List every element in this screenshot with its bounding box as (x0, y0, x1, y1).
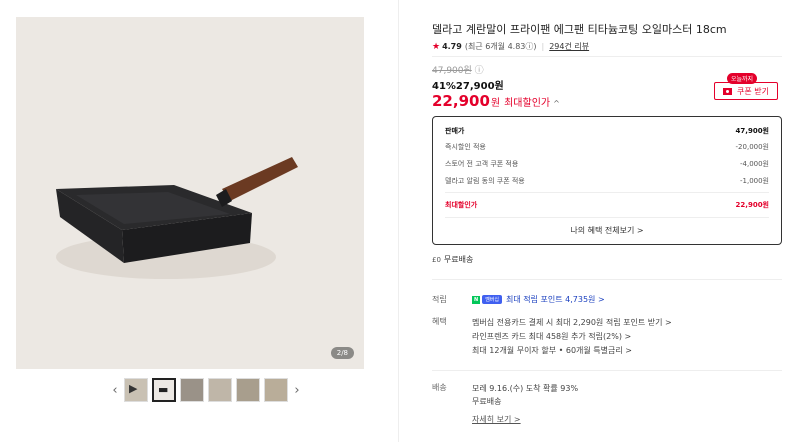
divider (432, 56, 782, 57)
breakdown-row: 델라고 알림 동의 쿠폰 적용 -1,000원 (445, 177, 769, 185)
npay-icon: N (472, 295, 481, 304)
divider (432, 279, 782, 280)
divider (445, 192, 769, 193)
breakdown-row: 판매가 47,900원 (445, 127, 769, 135)
max-price-label: 최대할인가 (504, 98, 551, 109)
chevron-up-icon[interactable]: ^ (553, 99, 560, 108)
rating-row: ★ 4.79 (최근 6개월 4.83ⓘ) | 294건 리뷰 (432, 41, 589, 52)
sale-price: 41%27,900원 (432, 81, 504, 92)
review-count-link[interactable]: 294건 리뷰 (549, 41, 589, 52)
today-only-badge: 오늘까지 (727, 73, 758, 84)
points-link[interactable]: N 멤버십 최대 적립 포인트 4,735원 > (472, 294, 605, 305)
benefits-list: 멤버십 전용카드 결제 시 최대 2,290원 적립 포인트 받기 > 라인프렌… (472, 316, 672, 358)
points-label: 적립 (432, 295, 447, 304)
max-price-unit: 원 (490, 98, 501, 109)
coupon-button[interactable]: 쿠폰 받기 (714, 82, 778, 100)
thumbnail[interactable] (180, 378, 204, 402)
thumbnail[interactable] (208, 378, 232, 402)
coupon-button-label: 쿠폰 받기 (737, 86, 769, 96)
info-icon[interactable]: ⓘ (475, 66, 484, 76)
chevron-left-icon[interactable]: ‹ (108, 380, 122, 400)
breakdown-row: 스토어 전 고객 쿠폰 적용 -4,000원 (445, 160, 769, 168)
divider (445, 217, 769, 218)
rating-score: 4.79 (442, 42, 462, 51)
delivery-detail-link[interactable]: 자세히 보기 > (472, 414, 521, 425)
benefit-item[interactable]: 최대 12개월 무이자 할부 • 60개월 특별금리 > (472, 344, 672, 358)
max-price-value: 22,900 (432, 92, 490, 110)
product-title: 델라고 계란말이 프라이팬 에그팬 티타늄코팅 오일마스터 18cm (432, 23, 727, 36)
divider (432, 370, 782, 371)
thumbnail[interactable] (236, 378, 260, 402)
benefit-item[interactable]: 멤버십 전용카드 결제 시 최대 2,290원 적립 포인트 받기 > (472, 316, 672, 330)
star-icon: ★ (432, 41, 441, 52)
benefit-item[interactable]: 라인프렌즈 카드 최대 458원 추가 적립(2%) > (472, 330, 672, 344)
coupon-icon (723, 87, 732, 95)
membership-badge: 멤버십 (482, 295, 502, 304)
max-discount-price[interactable]: 22,900 원 최대할인가 ^ (432, 92, 560, 110)
main-product-image[interactable]: 2/8 (16, 17, 364, 369)
delivery-eta: 모레 9.16.(수) 도착 확률 93% (472, 384, 579, 393)
thumbnail[interactable] (264, 378, 288, 402)
breakdown-total-row: 최대할인가 22,900원 (445, 201, 769, 209)
thumbnail[interactable]: ▶ (124, 378, 148, 402)
delivery-info: 모레 9.16.(수) 도착 확률 93% 무료배송 (472, 382, 578, 408)
breakdown-row: 즉시할인 적용 -20,000원 (445, 143, 769, 151)
delivery-label: 배송 (432, 383, 447, 392)
benefits-label: 혜택 (432, 317, 447, 326)
original-price: 47,900원 ⓘ (432, 66, 484, 76)
image-counter: 2/8 (330, 347, 354, 359)
points-text: 최대 적립 포인트 4,735원 > (506, 295, 605, 304)
truck-icon: £0 (432, 255, 441, 264)
column-divider (398, 0, 399, 442)
thumbnail-active[interactable]: ▬ (152, 378, 176, 402)
delivery-fee: 무료배송 (472, 397, 502, 406)
free-shipping-label: £0 무료배송 (432, 255, 474, 264)
view-all-benefits-button[interactable]: 나의 혜택 전체보기 > (433, 225, 781, 236)
chevron-right-icon[interactable]: › (290, 380, 304, 400)
thumbnail-strip: ‹ ▶ ▬ › (108, 376, 304, 404)
separator: | (541, 42, 545, 51)
frying-pan-photo (56, 157, 298, 279)
price-breakdown-box: 판매가 47,900원 즉시할인 적용 -20,000원 스토어 전 고객 쿠폰 적… (432, 116, 782, 245)
rating-detail: (최근 6개월 4.83ⓘ) (464, 42, 537, 51)
